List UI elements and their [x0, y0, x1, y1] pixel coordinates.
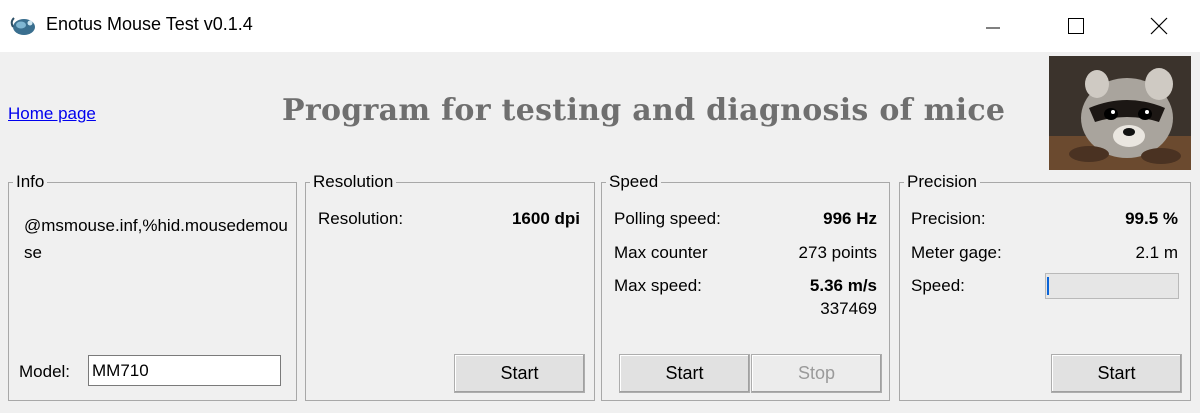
precision-start-button[interactable]: Start [1051, 354, 1182, 393]
minimize-button[interactable] [964, 0, 1022, 52]
model-input[interactable] [88, 355, 281, 386]
max-counter-value: 273 points [798, 243, 877, 262]
maximize-button[interactable] [1047, 0, 1105, 52]
max-counter-label: Max counter [614, 243, 708, 262]
speed-legend: Speed [606, 172, 662, 192]
mouse-app-icon [10, 14, 38, 38]
device-info-text: @msmouse.inf,%hid.mousedemouse [24, 216, 288, 262]
polling-speed-value: 996 Hz [823, 209, 877, 228]
info-legend: Info [13, 172, 48, 192]
precision-value: 99.5 % [1125, 209, 1178, 228]
raccoon-image [1049, 56, 1191, 170]
precision-label: Precision: [911, 209, 986, 228]
resolution-start-button[interactable]: Start [454, 354, 585, 393]
max-speed-counter: 337469 [820, 299, 877, 318]
program-title: Program for testing and diagnosis of mic… [282, 93, 1006, 128]
meter-gage-value: 2.1 m [1135, 243, 1178, 262]
close-button[interactable] [1130, 0, 1188, 52]
precision-legend: Precision [904, 172, 980, 192]
minimize-icon [986, 27, 1000, 29]
window-title: Enotus Mouse Test v0.1.4 [46, 14, 253, 34]
resolution-group: Resolution Resolution: 1600 dpi Start [305, 172, 595, 401]
close-icon [1150, 17, 1168, 35]
info-group: Info @msmouse.inf,%hid.mousedemouse Mode… [8, 172, 297, 401]
precision-group: Precision Precision: 99.5 % Meter gage: … [899, 172, 1191, 401]
resolution-legend: Resolution [310, 172, 397, 192]
title-bar: Enotus Mouse Test v0.1.4 [0, 0, 1200, 52]
speed-start-button[interactable]: Start [619, 354, 750, 393]
model-label: Model: [19, 362, 71, 381]
speed-stop-button[interactable]: Stop [751, 354, 882, 393]
meter-gage-label: Meter gage: [911, 243, 1002, 262]
maximize-icon [1068, 18, 1084, 34]
max-speed-value: 5.36 m/s [809, 276, 877, 295]
speed-group: Speed Polling speed: 996 Hz Max counter … [601, 172, 890, 401]
resolution-value: 1600 dpi [511, 209, 580, 228]
home-page-link[interactable]: Home page [8, 104, 96, 124]
resolution-label: Resolution: [318, 209, 404, 228]
precision-speed-bar-fill [1047, 277, 1049, 295]
max-speed-label: Max speed: [614, 276, 702, 295]
polling-speed-label: Polling speed: [614, 209, 721, 228]
precision-speed-label: Speed: [911, 276, 965, 295]
precision-speed-bar [1045, 273, 1179, 299]
